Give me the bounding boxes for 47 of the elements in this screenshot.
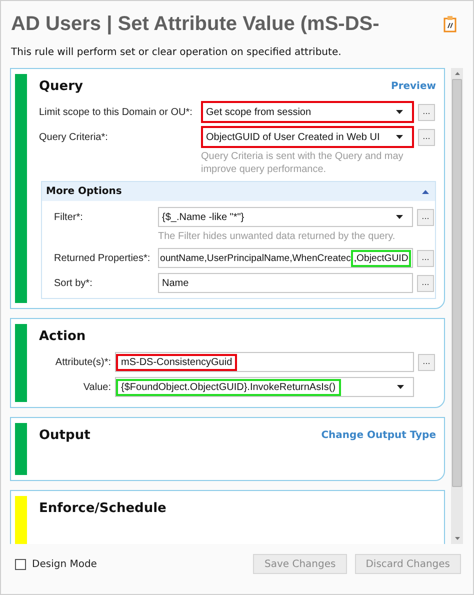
scroll-down-icon[interactable] — [454, 537, 460, 540]
dropdown-field[interactable]: ObjectGUID of User Created in Web UI — [201, 126, 414, 148]
browse-button[interactable]: ... — [418, 354, 435, 370]
section-title: Output — [39, 428, 90, 442]
field-label: Returned Properties*: — [54, 252, 152, 264]
window-title: AD Users | Set Attribute Value (mS-DS- — [11, 12, 380, 36]
dropdown-field[interactable]: Get scope from session — [201, 101, 414, 123]
browse-button[interactable]: ... — [417, 274, 434, 292]
description: This rule will perform set or clear operation on specified attribute. — [11, 47, 342, 58]
highlight-box: {$FoundObject.ObjectGUID}.InvokeReturnAsIs() — [116, 378, 341, 396]
dropdown-field[interactable]: {$FoundObject.ObjectGUID}.InvokeReturnAsIs() — [115, 377, 414, 397]
group-title: More Options — [46, 186, 122, 197]
section-link[interactable]: Preview — [390, 80, 436, 92]
caret-icon — [396, 110, 403, 114]
hint-text: Query Criteria is sent with the Query and may improve query performance. — [201, 150, 404, 176]
field-label: Filter*: — [54, 212, 84, 222]
browse-button[interactable]: ... — [417, 250, 434, 266]
field-label: Value: — [82, 382, 111, 392]
more-options-header[interactable]: More Options — [42, 182, 435, 201]
browse-button[interactable]: ... — [418, 128, 435, 146]
highlight-box: ,ObjectGUID — [350, 250, 412, 266]
field-label: Limit scope to this Domain or OU*: — [39, 106, 194, 118]
text-field[interactable]: Name — [158, 273, 413, 293]
field-label: Query Criteria*: — [39, 132, 109, 142]
section-link[interactable]: Change Output Type — [321, 430, 436, 440]
browse-button[interactable]: ... — [418, 104, 435, 120]
hint-text: The Filter hides unwanted data returned by the query. — [158, 230, 396, 243]
scrollbar-thumb[interactable] — [452, 79, 462, 487]
clipboard-icon[interactable] — [443, 15, 457, 33]
text-field[interactable]: mS-DS-ConsistencyGuid — [115, 352, 414, 372]
section-title: Enforce/Schedule — [39, 500, 166, 516]
caret-icon — [396, 135, 403, 139]
browse-button[interactable]: ... — [417, 208, 434, 226]
collapse-caret-icon[interactable] — [422, 190, 429, 194]
scroll-up-icon[interactable] — [454, 72, 460, 75]
highlight-box: mS-DS-ConsistencyGuid — [116, 354, 238, 370]
caret-icon — [397, 385, 404, 389]
field-label: Attribute(s)*: — [54, 356, 111, 368]
section-title: Query — [39, 78, 84, 94]
dropdown-field[interactable]: {$_.Name -like "*"} — [158, 207, 413, 227]
field-label: Sort by*: — [54, 278, 94, 288]
section-title: Action — [39, 328, 86, 344]
checkbox-label[interactable]: Design Mode — [32, 558, 97, 570]
text-field[interactable]: ountName,UserPrincipalName,WhenCreatec ,ObjectGUID — [158, 248, 413, 268]
caret-icon — [396, 215, 403, 219]
scrollbar[interactable] — [451, 68, 463, 544]
design-mode-checkbox[interactable] — [15, 558, 26, 570]
